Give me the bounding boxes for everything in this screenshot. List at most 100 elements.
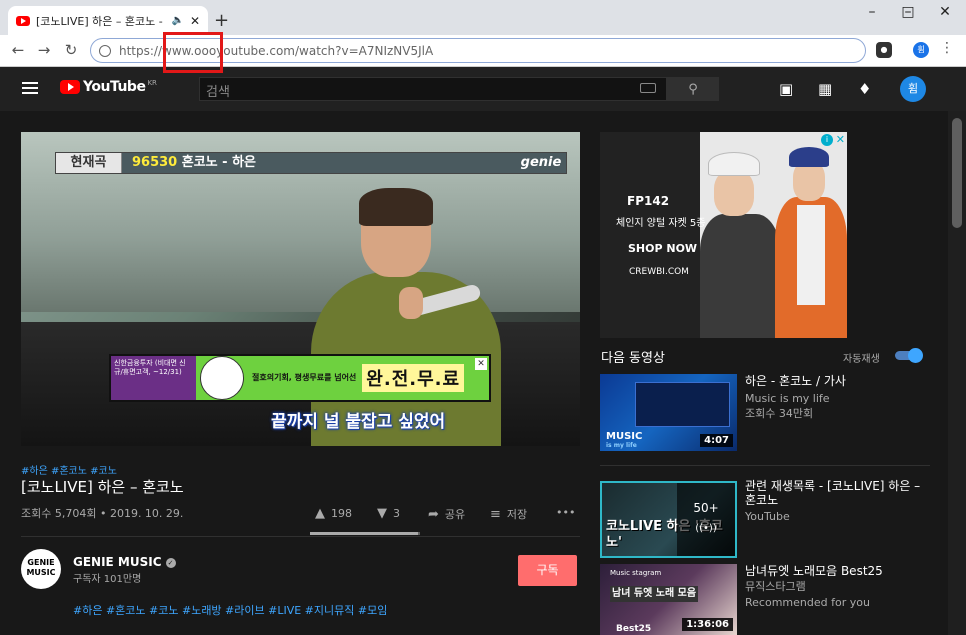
more-icon: ••• [556, 506, 576, 519]
thumbnail-1-sublabel: is my life [606, 442, 637, 449]
save-label: 저장 [506, 508, 528, 521]
display-ad[interactable]: FP142 체인지 양털 자켓 5종 SHOP NOW CREWBI.COM i… [600, 132, 847, 338]
thumbnail-3[interactable]: Music stagram 남녀 듀엣 노래 모음 Best25 1:36:06 [600, 564, 737, 635]
subscribe-button[interactable]: 구독 [518, 555, 577, 586]
video-title: [코노LIVE] 하은 – 혼코노 [21, 478, 184, 496]
search-icon: ⚲ [688, 81, 698, 97]
duration-badge: 1:36:06 [682, 618, 733, 631]
browser-menu-icon[interactable]: ⋮ [940, 40, 954, 56]
address-bar: ← → ↻ https://www.oooyoutube.com/watch?v… [0, 35, 966, 67]
ad-close-icon[interactable]: ✕ [475, 358, 487, 370]
hamburger-menu-icon[interactable] [22, 82, 38, 94]
thumbnail-1[interactable]: MUSIC is my life 4:07 [600, 374, 737, 451]
search-button[interactable]: ⚲ [667, 77, 719, 101]
like-count: 198 [331, 507, 352, 520]
song-title: 혼코노 - 하은 [181, 155, 257, 170]
tab-bar: [코노LIVE] 하은 – 혼코노 - Y 🔈 ✕ + – [0, 0, 966, 35]
video-lyrics: 끝까지 널 붙잡고 싶었어 [271, 412, 446, 432]
apps-grid-icon[interactable]: ▦ [818, 80, 832, 98]
now-playing-label: 현재곡 [56, 153, 122, 173]
scrollbar-thumb[interactable] [952, 118, 962, 228]
ad-product-desc: 체인지 양털 자켓 5종 [616, 218, 706, 229]
ad-cta[interactable]: SHOP NOW [628, 242, 697, 255]
video-hashtags[interactable]: #하은 #혼코노 #코노 [21, 462, 117, 477]
ad-domain: CREWBI.COM [629, 267, 689, 277]
dislike-button[interactable]: ▼ 3 [377, 506, 400, 521]
thumbnail-3-tag: Music stagram [610, 569, 662, 577]
add-to-playlist-icon: ≡ [490, 506, 501, 522]
share-button[interactable]: ➦ 공유 [428, 506, 465, 522]
highlight-box [163, 32, 223, 73]
minimize-button[interactable]: – [857, 4, 887, 20]
thumbs-down-icon: ▼ [377, 506, 387, 521]
song-number: 96530 [132, 155, 178, 170]
notifications-bell-icon[interactable]: ♦ [858, 80, 871, 98]
ad-sponsor: 신한금융투자 (비대면 신규/휴면고객, ~12/31) [111, 356, 196, 400]
ad-headline: 완.전.무.료 [362, 364, 465, 392]
autoplay-label: 자동재생 [843, 354, 880, 365]
video-title-3[interactable]: 남녀듀엣 노래모음 Best25 [745, 564, 935, 578]
new-tab-button[interactable]: + [214, 10, 229, 31]
description-hashtags[interactable]: #하은 #혼코노 #코노 #노래방 #라이브 #LIVE #지니뮤직 #모임 [73, 602, 387, 618]
youtube-wordmark: YouTube [83, 79, 146, 95]
video-player[interactable]: 현재곡 96530 혼코노 - 하은 genie 신한금융투자 (비대면 신규/… [21, 132, 580, 446]
playlist-title[interactable]: 관련 재생목록 - [코노LIVE] 하은 – 혼코노 [745, 479, 935, 507]
autoplay-toggle[interactable] [895, 348, 923, 363]
tab-title: [코노LIVE] 하은 – 혼코노 - Y [36, 14, 166, 28]
ad-character [200, 356, 244, 400]
ad-product-code: FP142 [627, 194, 670, 208]
user-avatar[interactable]: 휨 [900, 76, 926, 102]
recommended-label: Recommended for you [745, 596, 870, 609]
browser-window: [코노LIVE] 하은 – 혼코노 - Y 🔈 ✕ + – – □ ✕ ← → … [0, 0, 966, 635]
like-button[interactable]: ▲ 198 [315, 506, 352, 521]
genie-logo: genie [516, 153, 566, 173]
playlist-overlay: 50+ ((•)) [677, 483, 735, 556]
thumbnail-3-text: 남녀 듀엣 노래 모음 [610, 586, 699, 602]
region-label: KR [147, 79, 157, 87]
save-button[interactable]: ≡ 저장 [490, 506, 527, 522]
thumbnail-3-best: Best25 [616, 624, 652, 634]
channel-name-row: GENIE MUSIC ✓ [73, 555, 176, 569]
channel-3[interactable]: 뮤직스타그램 [745, 580, 806, 594]
profile-avatar[interactable]: 휨 [913, 42, 929, 58]
divider [21, 536, 580, 537]
youtube-favicon-icon [16, 15, 30, 26]
share-icon: ➦ [428, 506, 439, 522]
maximize-button[interactable]: □ [893, 4, 923, 20]
channel-1[interactable]: Music is my life [745, 392, 830, 406]
duration-badge: 4:07 [700, 434, 733, 447]
ad-copy: 절호의기회, 평생무료를 넘어선 [252, 373, 357, 382]
ad-close-x-icon[interactable]: ✕ [836, 133, 845, 146]
thumbnail-1-text: MUSIC is my life [606, 432, 642, 450]
overlay-ad[interactable]: 신한금융투자 (비대면 신규/휴면고객, ~12/31) 절호의기회, 평생무료… [109, 354, 491, 402]
search-input[interactable]: 검색 [199, 77, 667, 101]
more-actions-button[interactable]: ••• [556, 506, 575, 519]
site-info-icon[interactable] [99, 44, 111, 57]
ad-model-1 [700, 152, 780, 338]
forward-icon[interactable]: → [34, 41, 54, 59]
ad-info-icon[interactable]: i [821, 134, 833, 146]
channel-avatar[interactable]: GENIE MUSIC [21, 549, 61, 589]
channel-name[interactable]: GENIE MUSIC [73, 555, 162, 569]
youtube-logo[interactable]: YouTube KR [60, 79, 157, 95]
thumbnail-2[interactable]: 코노LIVE 하은 '혼코노' 50+ ((•)) [600, 481, 737, 558]
views-1: 조회수 34만회 [745, 407, 814, 420]
channel-2[interactable]: YouTube [745, 510, 790, 524]
browser-tab[interactable]: [코노LIVE] 하은 – 혼코노 - Y 🔈 ✕ [8, 6, 208, 35]
youtube-play-icon [60, 80, 80, 94]
thumbnail-1-panel [635, 382, 730, 427]
speaker-icon[interactable]: 🔈 [171, 15, 183, 26]
incognito-extension-icon[interactable]: ● [876, 42, 892, 58]
back-icon[interactable]: ← [8, 41, 28, 59]
video-title-1[interactable]: 하은 - 혼코노 / 가사 [745, 374, 935, 388]
up-next-label: 다음 동영상 [601, 351, 665, 366]
close-tab-icon[interactable]: ✕ [190, 14, 200, 28]
reload-icon[interactable]: ↻ [61, 41, 81, 59]
playlist-count: 50+ [693, 501, 719, 515]
like-ratio-bar [310, 532, 420, 535]
close-window-button[interactable]: ✕ [930, 4, 960, 20]
keyboard-icon[interactable] [640, 83, 656, 93]
now-playing-bar: 현재곡 96530 혼코노 - 하은 genie [55, 152, 567, 174]
youtube-header: YouTube KR 검색 ⚲ ▣ ▦ ♦ 휨 [0, 67, 966, 111]
create-video-icon[interactable]: ▣ [779, 80, 793, 98]
